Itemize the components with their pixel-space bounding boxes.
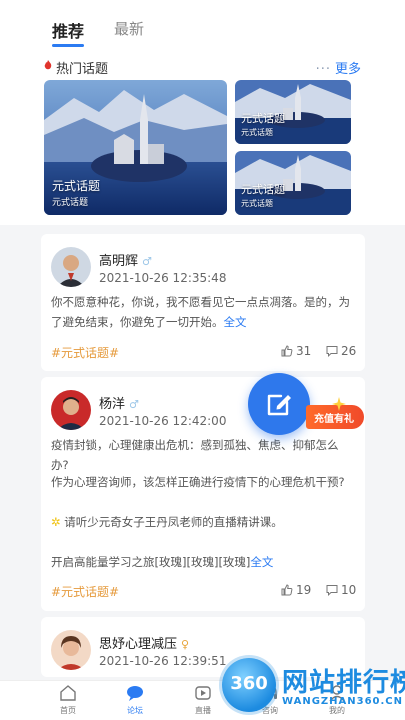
topic-card-subtitle: 元式话题: [52, 198, 89, 208]
more-label: 更多: [334, 62, 361, 77]
post-time: 2021-10-26 12:39:51: [99, 654, 227, 668]
topic-card-subtitle: 元式话题: [241, 128, 273, 137]
edit-icon: [267, 394, 291, 416]
watermark-logo: 360: [222, 658, 276, 712]
thumbs-up-icon: [281, 584, 293, 596]
post-paragraph-last: 开启高能量学习之旅[玫瑰][玫瑰][玫瑰]全文: [51, 552, 353, 572]
topic-card-title: 元式话题: [52, 179, 101, 193]
like-count: 31: [296, 344, 312, 358]
thumbs-up-icon: [281, 345, 293, 357]
play-icon: [195, 686, 211, 700]
full-text-link[interactable]: 全文: [224, 315, 247, 329]
topic-card[interactable]: 元式话题 元式话题: [235, 151, 351, 215]
fire-icon: [44, 60, 52, 70]
top-tab-bar: 推荐 最新: [0, 0, 405, 50]
recharge-label: 充值有礼: [314, 414, 354, 425]
comment-button[interactable]: 26: [326, 344, 356, 358]
hot-topics-grid: 元式话题 元式话题 元式话题 元式话题 元式话题 元式话题: [0, 80, 405, 225]
post-paragraph: 开启高能量学习之旅[玫瑰][玫瑰][玫瑰]: [51, 555, 251, 569]
post-card[interactable]: 高明辉 ♂ 2021-10-26 12:35:48 你不愿意种花，你说，我不愿看见…: [41, 234, 365, 371]
avatar[interactable]: [51, 390, 91, 430]
avatar[interactable]: [51, 247, 91, 287]
nav-label: 首页: [60, 706, 76, 715]
author-name: 高明辉: [99, 254, 139, 269]
comment-button[interactable]: 10: [326, 583, 356, 597]
nav-label: 论坛: [127, 706, 143, 715]
post-author[interactable]: 高明辉 ♂: [99, 250, 152, 269]
tab-recommend[interactable]: 推荐: [52, 18, 85, 47]
topic-card[interactable]: 元式话题 元式话题: [44, 80, 227, 215]
nav-label: 直播: [195, 706, 211, 715]
comment-icon: [326, 346, 338, 357]
comment-count: 10: [341, 583, 357, 597]
post-author[interactable]: 思妤心理减压 ♀: [99, 633, 189, 652]
author-name: 杨洋: [99, 397, 126, 412]
topic-card-title: 元式话题: [241, 183, 285, 196]
compose-button[interactable]: [248, 373, 310, 435]
author-name: 思妤心理减压: [99, 637, 178, 652]
comment-icon: [326, 585, 338, 596]
watermark-url: WANGZHAN360.CN: [282, 696, 404, 707]
avatar-image: [51, 630, 91, 670]
more-dots-icon: ···: [315, 62, 331, 77]
topic-card-subtitle: 元式话题: [241, 199, 273, 208]
hot-topics-title: 热门话题: [56, 62, 109, 77]
avatar[interactable]: [51, 630, 91, 670]
male-icon: ♂: [142, 255, 152, 268]
avatar-image: [51, 390, 91, 430]
post-content: 你不愿意种花，你说，我不愿看见它一点点凋落。是的，为了避免结束，你避免了一切开始…: [51, 292, 353, 332]
post-tag[interactable]: #元式话题#: [51, 344, 119, 361]
more-topics-link[interactable]: ··· 更多: [316, 58, 361, 77]
post-paragraph-sun: ✲ 请听少元奇女子王丹凤老师的直播精讲课。: [51, 512, 353, 532]
home-icon: [60, 685, 76, 701]
like-count: 19: [296, 583, 312, 597]
full-text-link[interactable]: 全文: [250, 555, 273, 569]
watermark-logo-text: 360: [230, 673, 268, 694]
avatar-image: [51, 247, 91, 287]
post-paragraph: 作为心理咨询师，该怎样正确进行疫情下的心理危机干预?: [51, 475, 345, 489]
watermark: 360 网站排行榜 WANGZHAN360.CN: [222, 652, 405, 720]
recharge-promo-badge[interactable]: 充值有礼: [306, 397, 368, 433]
post-text: 你不愿意种花，你说，我不愿看见它一点点凋落。是的，为了避免结束，你避免了一切开始…: [51, 295, 350, 329]
like-button[interactable]: 31: [281, 344, 311, 358]
post-time: 2021-10-26 12:35:48: [99, 271, 227, 285]
chat-bubble-icon: [127, 686, 143, 701]
post-tag[interactable]: #元式话题#: [51, 583, 119, 600]
hot-topics-header: 热门话题 ··· 更多: [0, 50, 405, 80]
post-time: 2021-10-26 12:42:00: [99, 414, 227, 428]
comment-count: 26: [341, 344, 357, 358]
tab-latest[interactable]: 最新: [114, 18, 144, 39]
topic-card[interactable]: 元式话题 元式话题: [235, 80, 351, 144]
nav-live[interactable]: 直播: [178, 683, 228, 716]
nav-forum[interactable]: 论坛: [110, 683, 160, 716]
watermark-title: 网站排行榜: [282, 668, 405, 698]
topic-card-title: 元式话题: [241, 112, 285, 125]
like-button[interactable]: 19: [281, 583, 311, 597]
post-paragraph: 疫情封锁，心理健康出危机：感到孤独、焦虑、抑郁怎么办?: [51, 438, 339, 472]
spark-icon: [332, 397, 346, 411]
sun-icon: ✲: [51, 515, 65, 529]
female-icon: ♀: [181, 638, 190, 651]
male-icon: ♂: [129, 398, 139, 411]
post-paragraph: 请听少元奇女子王丹凤老师的直播精讲课。: [64, 515, 283, 529]
nav-home[interactable]: 首页: [43, 683, 93, 716]
post-author[interactable]: 杨洋 ♂: [99, 393, 139, 412]
